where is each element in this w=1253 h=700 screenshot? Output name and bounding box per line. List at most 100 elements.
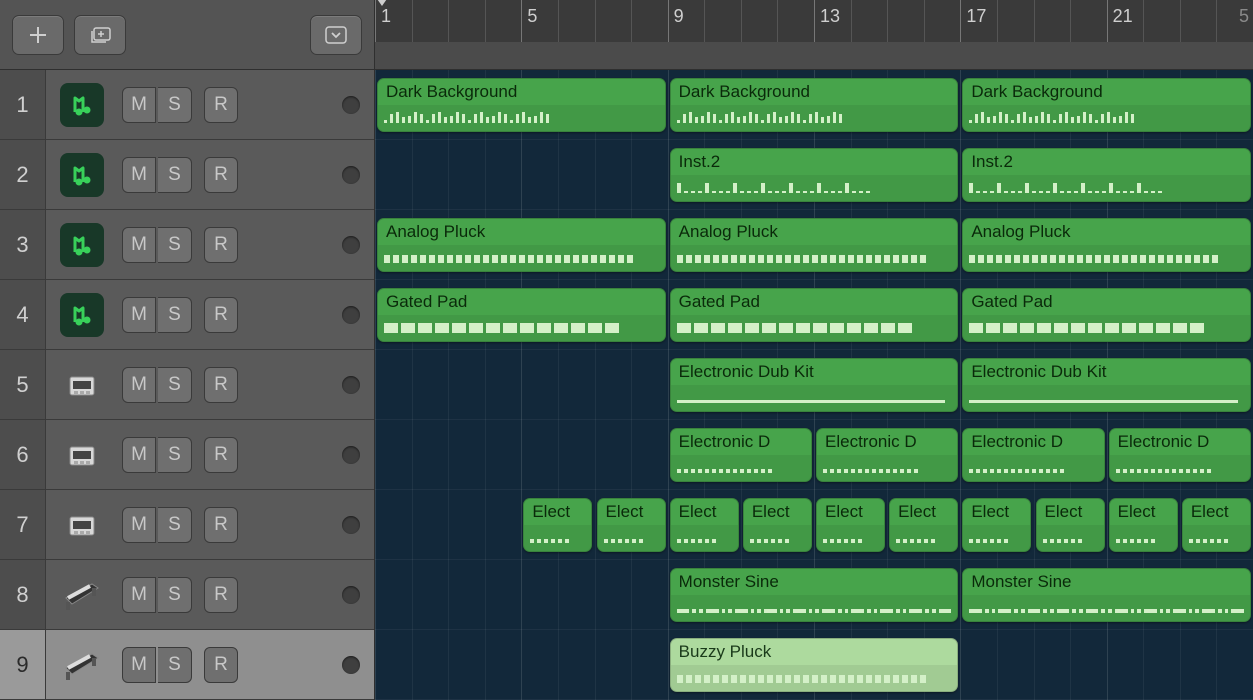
solo-button[interactable]: S <box>158 297 192 333</box>
solo-button[interactable]: S <box>158 157 192 193</box>
record-enable-button[interactable]: R <box>204 297 238 333</box>
mute-button[interactable]: M <box>122 87 156 123</box>
region[interactable]: Dark Background <box>377 78 666 132</box>
region[interactable]: Inst.2 <box>962 148 1251 202</box>
region[interactable]: Elect <box>889 498 958 552</box>
record-enable-button[interactable]: R <box>204 87 238 123</box>
region[interactable]: Electronic D <box>816 428 958 482</box>
region[interactable]: Dark Background <box>962 78 1251 132</box>
region[interactable]: Analog Pluck <box>962 218 1251 272</box>
track-number[interactable]: 2 <box>0 140 46 209</box>
track-row[interactable]: 5 MSR <box>0 350 374 420</box>
add-button[interactable] <box>12 15 64 55</box>
track-number[interactable]: 6 <box>0 420 46 489</box>
solo-button[interactable]: S <box>158 227 192 263</box>
solo-button[interactable]: S <box>158 437 192 473</box>
track-row[interactable]: 6 MSR <box>0 420 374 490</box>
drum-track-icon[interactable] <box>60 503 104 547</box>
record-enable-button[interactable]: R <box>204 647 238 683</box>
region[interactable]: Elect <box>962 498 1031 552</box>
playhead-indicator-icon[interactable] <box>375 0 389 6</box>
track-row[interactable]: 9 MSR <box>0 630 374 700</box>
solo-button[interactable]: S <box>158 507 192 543</box>
midi-track-icon[interactable] <box>60 293 104 337</box>
track-number[interactable]: 3 <box>0 210 46 279</box>
mute-button[interactable]: M <box>122 647 156 683</box>
region[interactable]: Electronic D <box>962 428 1104 482</box>
region[interactable]: Elect <box>597 498 666 552</box>
drum-track-icon[interactable] <box>60 433 104 477</box>
add-duplicate-button[interactable] <box>74 15 126 55</box>
region[interactable]: Buzzy Pluck <box>670 638 959 692</box>
bar-ruler[interactable]: 1591317215 <box>375 0 1253 42</box>
region[interactable]: Gated Pad <box>670 288 959 342</box>
record-arm-indicator[interactable] <box>342 516 360 534</box>
keys-track-icon[interactable] <box>60 643 104 687</box>
record-enable-button[interactable]: R <box>204 157 238 193</box>
solo-button[interactable]: S <box>158 577 192 613</box>
record-enable-button[interactable]: R <box>204 367 238 403</box>
track-row[interactable]: 7 MSR <box>0 490 374 560</box>
track-number[interactable]: 5 <box>0 350 46 419</box>
region[interactable]: Monster Sine <box>670 568 959 622</box>
midi-track-icon[interactable] <box>60 83 104 127</box>
region[interactable]: Elect <box>1182 498 1251 552</box>
keys-track-icon[interactable] <box>60 573 104 617</box>
record-arm-indicator[interactable] <box>342 446 360 464</box>
mute-button[interactable]: M <box>122 507 156 543</box>
record-arm-indicator[interactable] <box>342 656 360 674</box>
region[interactable]: Electronic Dub Kit <box>670 358 959 412</box>
midi-track-icon[interactable] <box>60 223 104 267</box>
region[interactable]: Analog Pluck <box>377 218 666 272</box>
solo-button[interactable]: S <box>158 367 192 403</box>
region[interactable]: Elect <box>1109 498 1178 552</box>
track-number[interactable]: 7 <box>0 490 46 559</box>
track-number[interactable]: 4 <box>0 280 46 349</box>
mute-button[interactable]: M <box>122 297 156 333</box>
mute-button[interactable]: M <box>122 437 156 473</box>
record-arm-indicator[interactable] <box>342 586 360 604</box>
region[interactable]: Dark Background <box>670 78 959 132</box>
record-enable-button[interactable]: R <box>204 437 238 473</box>
track-number[interactable]: 8 <box>0 560 46 629</box>
region[interactable]: Gated Pad <box>962 288 1251 342</box>
region[interactable]: Inst.2 <box>670 148 959 202</box>
region[interactable]: Elect <box>523 498 592 552</box>
track-row[interactable]: 3 MSR <box>0 210 374 280</box>
drum-track-icon[interactable] <box>60 363 104 407</box>
region[interactable]: Analog Pluck <box>670 218 959 272</box>
track-row[interactable]: 8 MSR <box>0 560 374 630</box>
record-arm-indicator[interactable] <box>342 306 360 324</box>
region[interactable]: Elect <box>670 498 739 552</box>
record-arm-indicator[interactable] <box>342 376 360 394</box>
record-arm-indicator[interactable] <box>342 236 360 254</box>
region-name: Elect <box>1037 499 1104 525</box>
mute-button[interactable]: M <box>122 577 156 613</box>
track-row[interactable]: 2 MSR <box>0 140 374 210</box>
record-enable-button[interactable]: R <box>204 227 238 263</box>
region[interactable]: Gated Pad <box>377 288 666 342</box>
track-number[interactable]: 1 <box>0 70 46 139</box>
arrange-area[interactable]: Dark BackgroundDark BackgroundDark Backg… <box>375 70 1253 700</box>
region[interactable]: Elect <box>1036 498 1105 552</box>
solo-button[interactable]: S <box>158 647 192 683</box>
region[interactable]: Electronic D <box>1109 428 1251 482</box>
region[interactable]: Elect <box>743 498 812 552</box>
region[interactable]: Electronic Dub Kit <box>962 358 1251 412</box>
region[interactable]: Monster Sine <box>962 568 1251 622</box>
midi-track-icon[interactable] <box>60 153 104 197</box>
mute-button[interactable]: M <box>122 157 156 193</box>
track-number[interactable]: 9 <box>0 630 46 699</box>
mute-button[interactable]: M <box>122 367 156 403</box>
record-enable-button[interactable]: R <box>204 507 238 543</box>
track-row[interactable]: 4 MSR <box>0 280 374 350</box>
record-arm-indicator[interactable] <box>342 96 360 114</box>
region[interactable]: Elect <box>816 498 885 552</box>
mute-button[interactable]: M <box>122 227 156 263</box>
solo-button[interactable]: S <box>158 87 192 123</box>
region[interactable]: Electronic D <box>670 428 812 482</box>
track-row[interactable]: 1 MSR <box>0 70 374 140</box>
record-arm-indicator[interactable] <box>342 166 360 184</box>
views-dropdown-button[interactable] <box>310 15 362 55</box>
record-enable-button[interactable]: R <box>204 577 238 613</box>
